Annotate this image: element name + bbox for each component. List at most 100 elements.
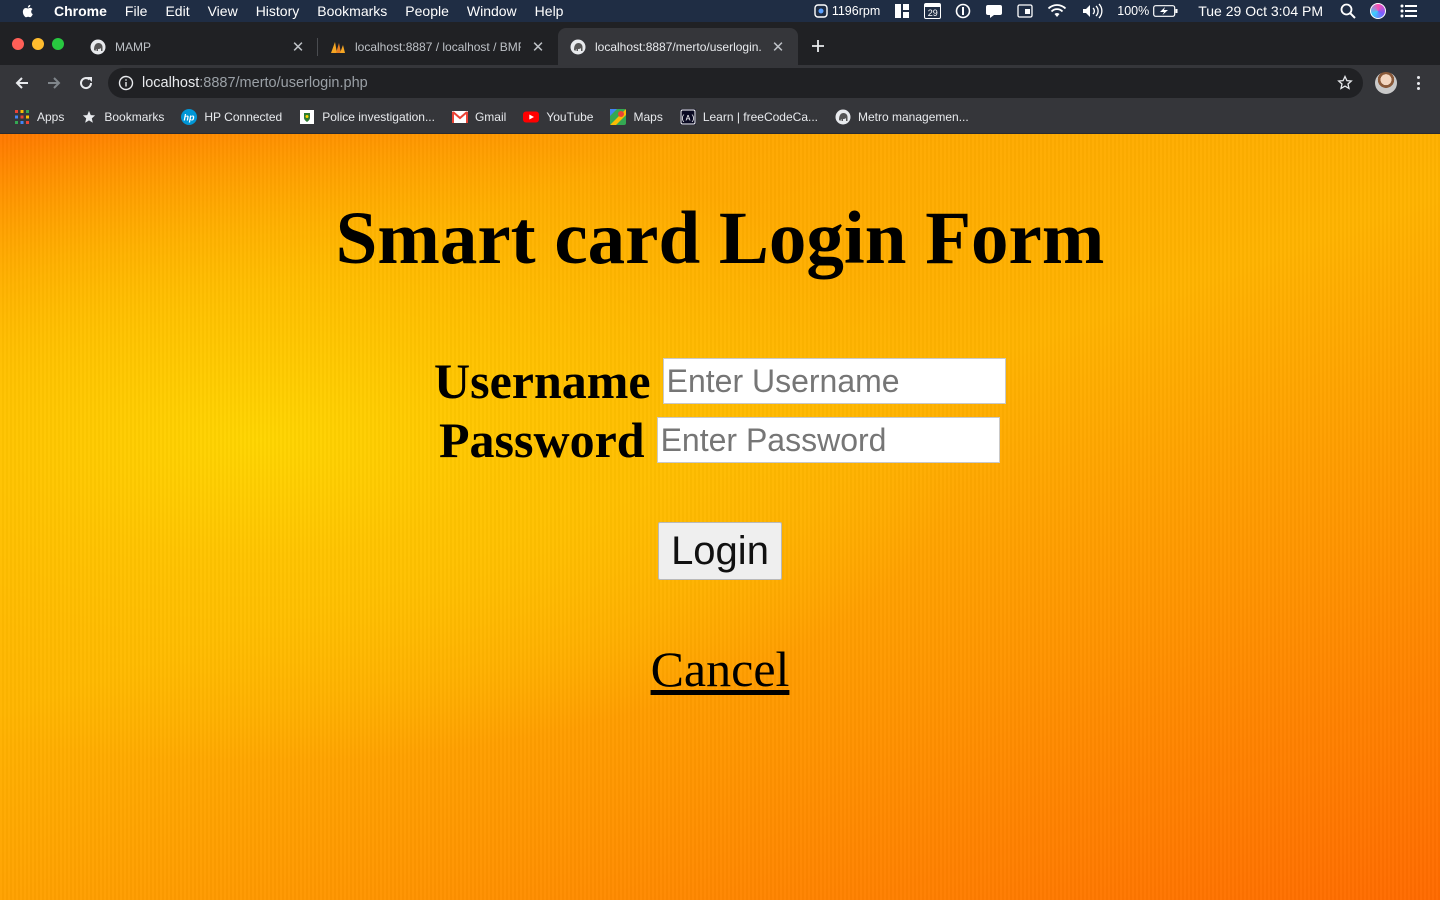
window-close-button[interactable] xyxy=(12,38,24,50)
bookmark-label: Gmail xyxy=(474,110,507,124)
elephant-icon xyxy=(835,109,851,125)
siri-status[interactable] xyxy=(1363,0,1393,22)
clock[interactable]: Tue 29 Oct 3:04 PM xyxy=(1186,0,1333,22)
onepassword-icon xyxy=(955,3,971,19)
star-icon xyxy=(81,109,97,125)
display-status[interactable] xyxy=(1010,0,1040,22)
apps-grid-icon xyxy=(14,109,30,125)
login-button[interactable]: Login xyxy=(658,522,782,580)
tab-title: localhost:8887 / localhost / BMR xyxy=(355,39,521,54)
browser-toolbar: localhost:8887/merto/userlogin.php xyxy=(0,65,1440,101)
bookmark-youtube[interactable]: YouTube xyxy=(523,109,593,125)
svg-text:hp: hp xyxy=(184,113,195,123)
phpmyadmin-icon xyxy=(331,41,345,53)
fan-icon xyxy=(814,4,828,18)
menu-app-chrome[interactable]: Chrome xyxy=(54,0,116,22)
notification-center-status[interactable] xyxy=(1393,0,1440,22)
password-input[interactable] xyxy=(656,417,1000,463)
wifi-status[interactable] xyxy=(1040,0,1074,22)
username-row: Username xyxy=(434,352,1006,410)
bookmark-bookmarks[interactable]: Bookmarks xyxy=(81,109,164,125)
bookmark-gmail[interactable]: Gmail xyxy=(451,109,507,125)
reload-button[interactable] xyxy=(72,69,100,97)
layout-status[interactable] xyxy=(887,0,917,22)
close-tab-icon[interactable]: ✕ xyxy=(290,39,306,56)
battery-percent: 100% xyxy=(1117,4,1150,18)
display-icon xyxy=(1017,4,1033,18)
bookmark-star-icon[interactable] xyxy=(1337,75,1353,91)
back-button[interactable] xyxy=(8,69,36,97)
window-controls xyxy=(12,38,64,50)
tab-strip: MAMP ✕ localhost:8887 / localhost / BMR … xyxy=(0,22,1440,65)
bookmark-freecodecamp[interactable]: (A) Learn | freeCodeCa... xyxy=(679,109,818,125)
bookmark-hp-connected[interactable]: hp HP Connected xyxy=(181,109,282,125)
svg-text:(A): (A) xyxy=(681,115,695,124)
tab-mamp[interactable]: MAMP ✕ xyxy=(78,28,318,65)
chrome-menu-icon[interactable] xyxy=(1410,74,1426,92)
calendar-day: 29 xyxy=(927,8,938,18)
onepassword-status[interactable] xyxy=(948,0,978,22)
notification-center-icon xyxy=(1400,4,1417,18)
menu-bookmarks[interactable]: Bookmarks xyxy=(308,0,396,22)
username-input[interactable] xyxy=(662,358,1006,404)
elephant-icon xyxy=(90,39,106,54)
spotlight-status[interactable] xyxy=(1333,0,1363,22)
tab-phpmyadmin[interactable]: localhost:8887 / localhost / BMR ✕ xyxy=(318,28,558,65)
menu-view[interactable]: View xyxy=(199,0,247,22)
notification-status[interactable] xyxy=(978,0,1010,22)
calendar-icon: 29 xyxy=(924,3,942,19)
bookmark-label: YouTube xyxy=(546,110,594,124)
info-icon[interactable] xyxy=(118,75,134,91)
page-title: Smart card Login Form xyxy=(335,197,1105,280)
window-maximize-button[interactable] xyxy=(52,38,64,50)
menu-history[interactable]: History xyxy=(247,0,309,22)
gmail-icon xyxy=(451,109,468,125)
search-icon xyxy=(1340,3,1356,19)
bookmark-metro-management[interactable]: Metro managemen... xyxy=(835,109,969,125)
calendar-status[interactable]: 29 xyxy=(917,0,948,22)
arrow-right-icon xyxy=(48,77,61,89)
new-tab-button[interactable] xyxy=(804,32,832,60)
url-path: :8887/merto/userlogin.php xyxy=(199,75,368,91)
password-label: Password xyxy=(439,412,645,468)
close-tab-icon[interactable]: ✕ xyxy=(770,39,786,56)
battery-status[interactable]: 100% xyxy=(1110,0,1186,22)
forward-button[interactable] xyxy=(40,69,68,97)
menu-help[interactable]: Help xyxy=(526,0,573,22)
freecodecamp-icon: (A) xyxy=(679,109,696,125)
cancel-link-container: Cancel xyxy=(0,640,1440,698)
maps-icon xyxy=(610,109,627,125)
arrow-left-icon xyxy=(15,77,28,89)
profile-avatar[interactable] xyxy=(1375,72,1397,94)
close-tab-icon[interactable]: ✕ xyxy=(530,39,546,56)
bookmark-apps[interactable]: Apps xyxy=(14,109,64,125)
battery-charging-icon xyxy=(1153,5,1178,17)
window-minimize-button[interactable] xyxy=(32,38,44,50)
bookmark-label: Maps xyxy=(633,110,663,124)
username-label: Username xyxy=(434,353,651,409)
bookmark-label: HP Connected xyxy=(204,110,283,124)
apple-logo-icon[interactable] xyxy=(20,3,36,19)
hp-icon: hp xyxy=(181,109,198,125)
macos-menu-bar: Chrome File Edit View History Bookmarks … xyxy=(0,0,1440,22)
siri-icon xyxy=(1370,3,1386,19)
tab-userlogin[interactable]: localhost:8887/merto/userlogin.php ✕ xyxy=(558,28,798,65)
bookmark-label: Bookmarks xyxy=(104,110,165,124)
bookmark-label: Learn | freeCodeCa... xyxy=(702,110,818,124)
cancel-link[interactable]: Cancel xyxy=(651,641,790,697)
tab-title: localhost:8887/merto/userlogin.php xyxy=(595,39,761,54)
bookmarks-bar: Apps Bookmarks hp HP Connected Police in… xyxy=(0,101,1440,134)
bookmark-police-investigation[interactable]: Police investigation... xyxy=(299,109,435,125)
bookmark-maps[interactable]: Maps xyxy=(610,109,663,125)
tab-title: MAMP xyxy=(115,39,151,54)
page-content: Smart card Login Form Username Password … xyxy=(0,134,1440,900)
fan-speed-status[interactable]: 1196rpm xyxy=(807,0,887,22)
bookmark-label: Metro managemen... xyxy=(858,110,969,124)
menu-edit[interactable]: Edit xyxy=(156,0,198,22)
volume-status[interactable] xyxy=(1074,0,1110,22)
menu-window[interactable]: Window xyxy=(458,0,526,22)
menu-file[interactable]: File xyxy=(116,0,157,22)
url-text: localhost:8887/merto/userlogin.php xyxy=(142,75,368,91)
menu-people[interactable]: People xyxy=(396,0,458,22)
address-bar[interactable]: localhost:8887/merto/userlogin.php xyxy=(108,68,1363,98)
